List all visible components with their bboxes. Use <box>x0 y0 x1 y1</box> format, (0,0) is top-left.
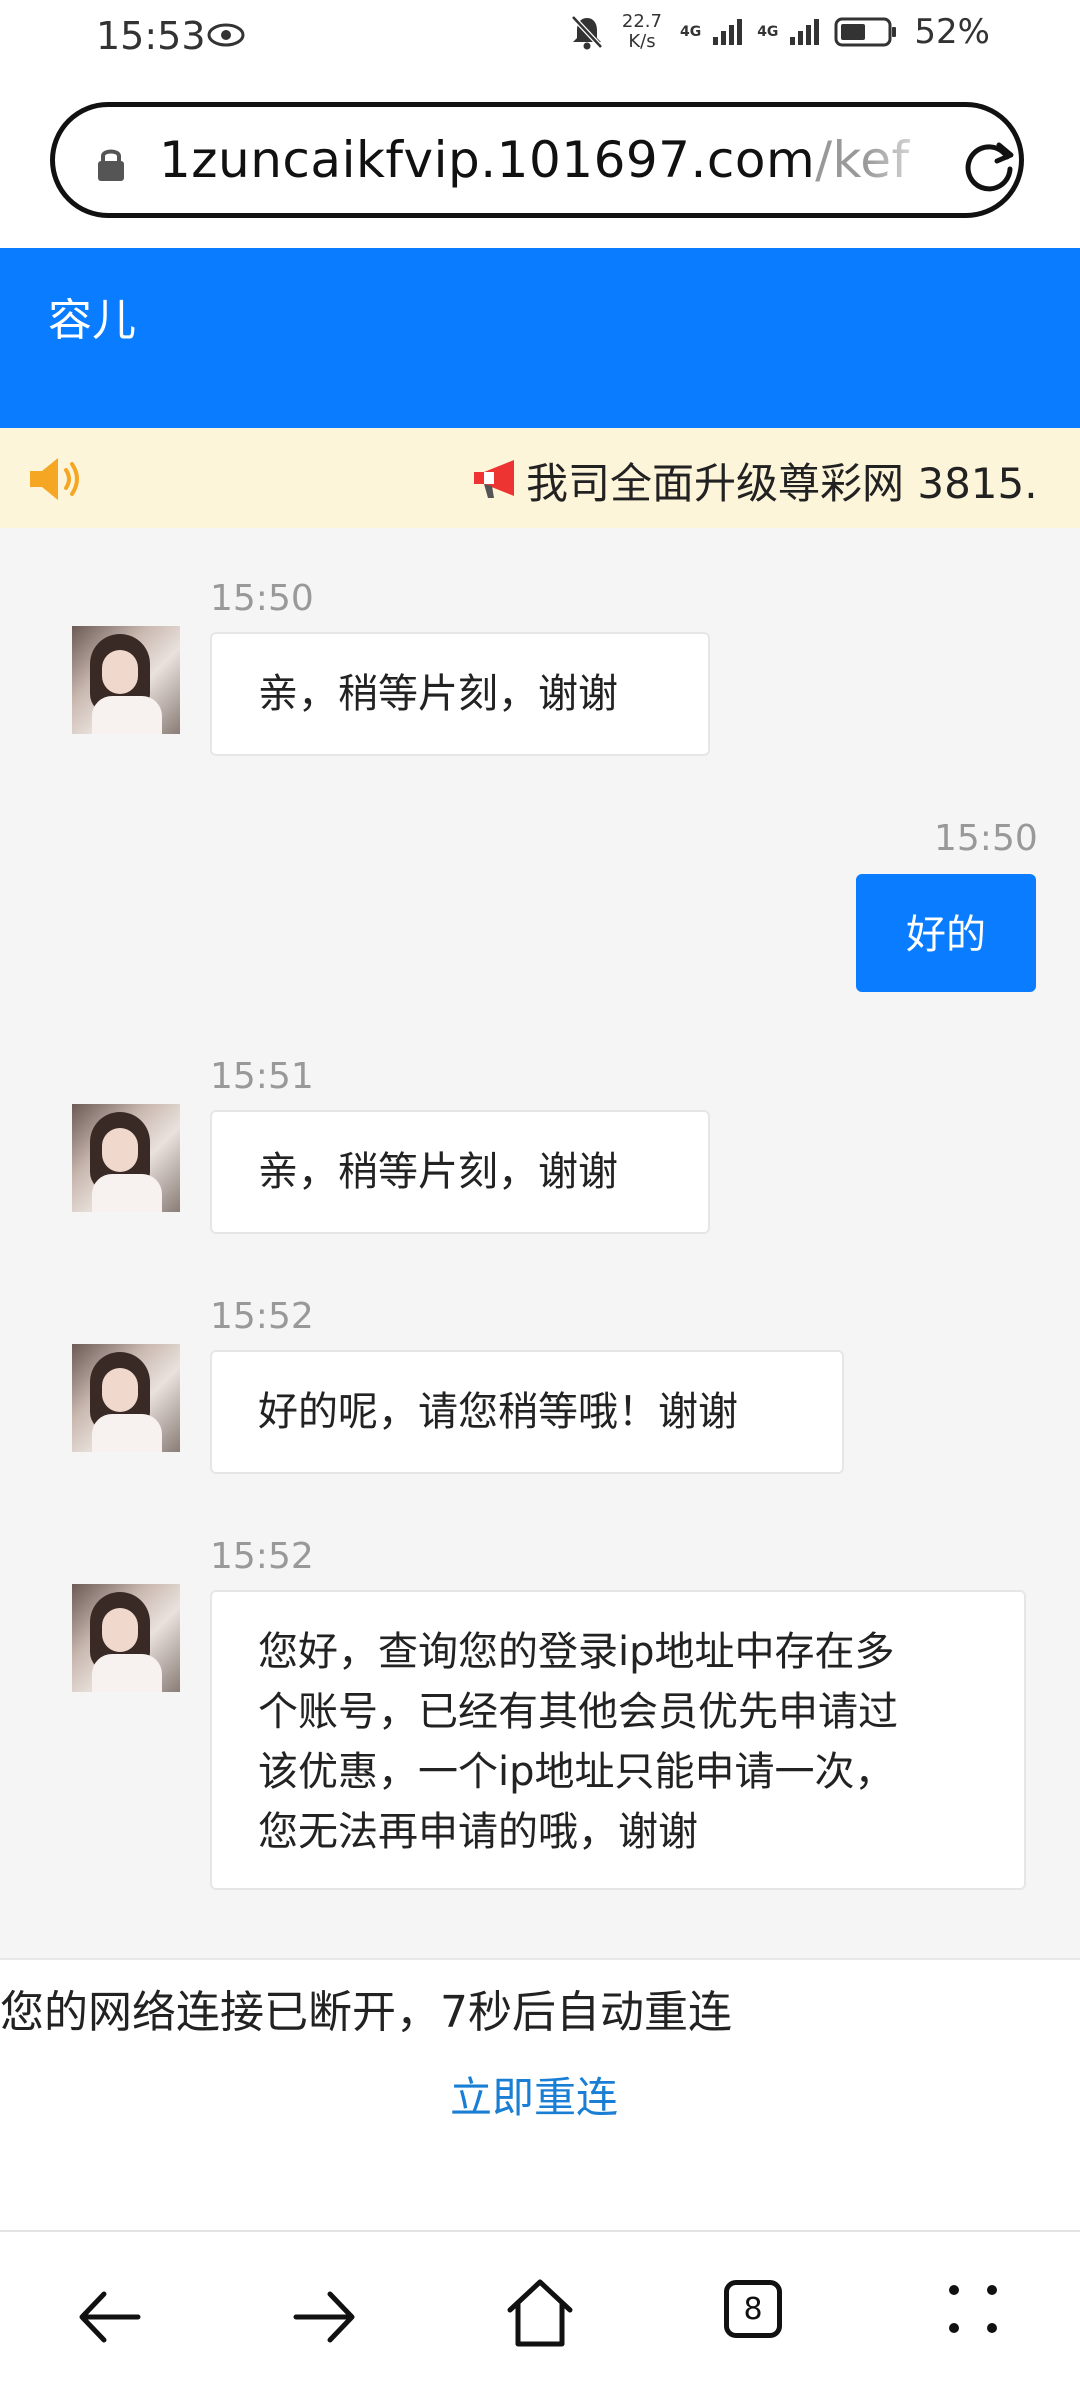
connection-status-panel: 您的网络连接已断开，7秒后自动重连 立即重连 <box>0 1958 1080 2230</box>
status-indicators: 22.7 K/s 4G 4G 52% <box>570 12 990 52</box>
message-line: 您无法再申请的哦，谢谢 <box>258 1809 698 1855</box>
browser-bottom-nav: 8 <box>0 2230 1080 2402</box>
agent-avatar <box>72 1344 180 1452</box>
message-line: 该优惠，一个ip地址只能申请一次， <box>258 1749 895 1795</box>
connection-lost-message: 您的网络连接已断开，7秒后自动重连 <box>0 1987 732 2038</box>
mute-bell-icon <box>571 15 603 50</box>
network-type-2: 4G <box>757 24 779 40</box>
speed-value: 22.7 <box>621 11 662 32</box>
agent-message-bubble: 亲，稍等片刻，谢谢 <box>210 1110 710 1234</box>
more-icon[interactable] <box>946 2282 1002 2338</box>
message-text: 好的 <box>906 912 986 958</box>
refresh-icon[interactable] <box>959 135 1019 195</box>
message-line: 您好，查询您的登录ip地址中存在多 <box>258 1629 895 1675</box>
megaphone-icon <box>474 460 514 498</box>
message-text: 好的呢，请您稍等哦！谢谢 <box>258 1389 738 1435</box>
reconnect-button[interactable]: 立即重连 <box>450 2064 618 2125</box>
agent-avatar <box>72 1584 180 1692</box>
agent-message-bubble: 亲，稍等片刻，谢谢 <box>210 632 710 756</box>
speaker-icon <box>30 458 79 500</box>
speed-unit: K/s <box>628 31 656 52</box>
eye-icon <box>207 23 245 47</box>
message-text: 亲，稍等片刻，谢谢 <box>258 1149 618 1195</box>
message-time: 15:52 <box>210 1536 314 1577</box>
url-text[interactable]: 1zuncaikfvip.101697.com/kef <box>159 131 939 195</box>
my-message-bubble: 好的 <box>856 874 1036 992</box>
tabs-count: 8 <box>743 2292 763 2327</box>
status-time: 15:53 <box>96 14 206 58</box>
message-time: 15:51 <box>210 1056 314 1097</box>
home-icon[interactable] <box>504 2276 576 2350</box>
chat-title: 容儿 <box>48 295 136 346</box>
notice-text: 我司全面升级尊彩网 3815. <box>526 459 1038 508</box>
agent-message-bubble: 好的呢，请您稍等哦！谢谢 <box>210 1350 844 1474</box>
signal-icon-2 <box>790 19 820 45</box>
chat-messages: 15:50 亲，稍等片刻，谢谢 15:50 好的 15:51 亲，稍等片刻，谢谢… <box>0 528 1080 1958</box>
network-speed: 22.7 K/s <box>614 12 670 52</box>
status-bar: 15:53 22.7 K/s 4G 4G 52% <box>0 0 1080 80</box>
message-line: 个账号，已经有其他会员优先申请过 <box>258 1689 898 1735</box>
url-fade <box>865 127 945 197</box>
agent-avatar <box>72 1104 180 1212</box>
signal-icon <box>713 19 743 45</box>
network-type-1: 4G <box>679 24 702 40</box>
message-time: 15:52 <box>210 1296 314 1337</box>
message-text: 亲，稍等片刻，谢谢 <box>258 671 618 717</box>
forward-arrow-icon[interactable] <box>290 2284 360 2350</box>
message-time: 15:50 <box>934 818 1038 859</box>
chat-header: 容儿 <box>0 248 1080 428</box>
tabs-button[interactable]: 8 <box>724 2280 782 2338</box>
agent-message-bubble: 您好，查询您的登录ip地址中存在多 个账号，已经有其他会员优先申请过 该优惠，一… <box>210 1590 1026 1890</box>
url-host: 1zuncaikfvip.101697.com <box>159 131 816 189</box>
back-arrow-icon[interactable] <box>74 2284 144 2350</box>
battery-percent: 52% <box>914 12 990 52</box>
address-bar[interactable]: 1zuncaikfvip.101697.com/kef <box>50 102 1024 218</box>
notice-bar: 我司全面升级尊彩网 3815. <box>0 428 1080 528</box>
agent-avatar <box>72 626 180 734</box>
battery-icon <box>834 17 897 47</box>
lock-icon <box>98 149 124 181</box>
message-time: 15:50 <box>210 578 314 619</box>
